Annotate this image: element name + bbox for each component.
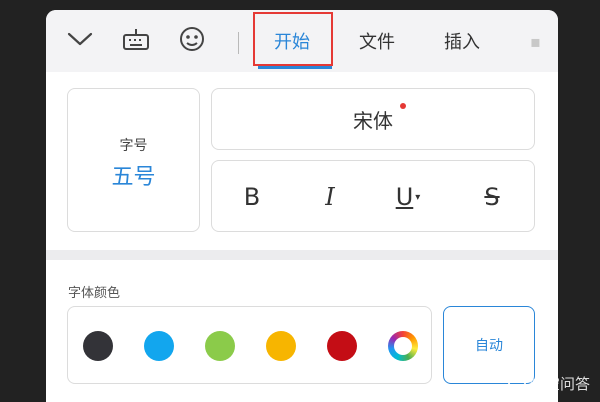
watermark-logo-icon (507, 374, 526, 393)
font-color-panel: 字体颜色 自动 (46, 260, 558, 402)
format-buttons-card: B I U ▾ S (211, 160, 535, 232)
font-panel: 字号 五号 宋体 B I U ▾ S (46, 72, 558, 250)
italic-button[interactable]: I (310, 179, 350, 215)
strikethrough-label: S (484, 183, 500, 211)
top-toolbar: 开始 文件 插入 ▪ (46, 10, 558, 72)
tab-insert[interactable]: 插入 (444, 28, 480, 54)
color-wheel-center (394, 337, 412, 355)
strikethrough-button[interactable]: S (472, 179, 512, 215)
font-color-label: 字体颜色 (68, 286, 121, 301)
font-name-selector[interactable]: 宋体 (211, 88, 535, 150)
keyboard-icon[interactable] (121, 24, 151, 54)
bold-button[interactable]: B (232, 179, 272, 215)
active-tab-underline (258, 66, 332, 69)
font-size-value: 五号 (111, 165, 156, 190)
font-size-card[interactable]: 字号 五号 (67, 88, 200, 232)
tab-file[interactable]: 文件 (359, 28, 395, 54)
underline-label: U (395, 183, 414, 211)
phone-screen: 开始 文件 插入 ▪ 字号 五号 宋体 B I U ▾ S 字体颜色 自动 (46, 10, 558, 402)
chevron-down-icon[interactable] (65, 24, 95, 54)
color-swatch-row (67, 306, 432, 384)
bold-label: B (243, 183, 261, 211)
swatch-custom-color-wheel[interactable] (388, 331, 418, 361)
swatch-yellow[interactable] (266, 331, 296, 361)
emoji-icon[interactable] (177, 24, 207, 54)
more-tabs-indicator[interactable]: ▪ (530, 32, 540, 52)
tab-highlight-box (253, 12, 333, 66)
dropdown-arrow-icon: ▾ (415, 191, 421, 203)
underline-button[interactable]: U ▾ (388, 179, 428, 215)
swatch-red[interactable] (327, 331, 357, 361)
toolbar-divider (238, 32, 239, 54)
section-gap (46, 250, 558, 260)
swatch-black[interactable] (83, 331, 113, 361)
swatch-green[interactable] (205, 331, 235, 361)
font-size-label: 字号 (119, 138, 148, 154)
watermark: 悟空问答 (507, 373, 590, 394)
new-indicator-dot (400, 103, 406, 109)
font-name-value: 宋体 (353, 109, 393, 133)
italic-label: I (325, 183, 335, 211)
watermark-text: 悟空问答 (529, 375, 590, 393)
swatch-blue[interactable] (144, 331, 174, 361)
